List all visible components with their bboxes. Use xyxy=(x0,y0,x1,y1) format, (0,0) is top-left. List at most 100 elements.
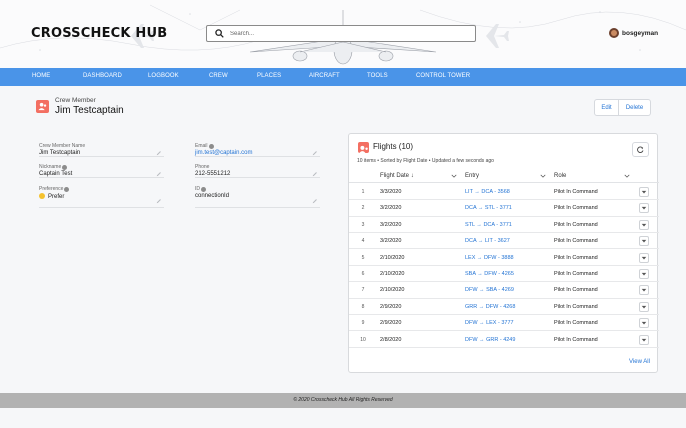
role-value: Pilot In Command xyxy=(554,271,598,277)
search-icon xyxy=(215,29,224,38)
chevron-down-icon[interactable] xyxy=(451,173,457,179)
nav-item-places[interactable]: PLACES xyxy=(257,73,281,79)
role-value: Pilot In Command xyxy=(554,254,598,261)
email-link[interactable]: jim.test@captain.com xyxy=(195,150,252,156)
chevron-down-icon[interactable] xyxy=(624,173,630,179)
info-icon[interactable] xyxy=(62,164,68,170)
pencil-icon[interactable] xyxy=(156,198,162,204)
flight-date: 2/8/2020 xyxy=(380,336,402,343)
info-icon[interactable] xyxy=(64,186,70,192)
record-title: Jim Testcaptain xyxy=(55,105,124,116)
table-row: 2 3/2/2020 DCA → STL - 3771 Pilot In Comman… xyxy=(349,200,659,217)
pencil-icon[interactable] xyxy=(156,171,162,177)
field-value: 212-5551212 xyxy=(195,171,231,177)
entry-link[interactable]: LIT → DCA - 3568 xyxy=(465,189,510,195)
column-header-role[interactable]: Role xyxy=(554,173,566,179)
nav-item-dashboard[interactable]: DASHBOARD xyxy=(83,73,122,79)
table-row: 7 2/10/2020 DFW → SBA - 4269 Pilot In Comma… xyxy=(349,282,659,299)
field-label: Phone xyxy=(195,164,210,170)
role-value: Pilot In Command xyxy=(554,336,598,343)
row-number: 6 xyxy=(361,271,365,277)
row-action-button[interactable] xyxy=(639,203,649,214)
row-action-button[interactable] xyxy=(639,334,649,345)
entry-link[interactable]: STL → DCA - 3771 xyxy=(465,222,512,228)
pencil-icon[interactable] xyxy=(156,150,162,156)
nav-item-tools[interactable]: TOOLS xyxy=(367,73,388,79)
entry-link[interactable]: DFW → SBA - 4269 xyxy=(465,287,514,293)
field-label: Nickname xyxy=(39,164,68,170)
nav-item-crew[interactable]: CREW xyxy=(209,73,228,79)
row-action-button[interactable] xyxy=(639,252,649,263)
search-input[interactable] xyxy=(230,30,460,37)
row-action-button[interactable] xyxy=(639,236,649,247)
field-label: ID xyxy=(195,186,206,192)
refresh-button[interactable] xyxy=(632,142,649,157)
row-number: 9 xyxy=(361,320,365,327)
role-value: Pilot In Command xyxy=(554,189,598,195)
nav-item-logbook[interactable]: LOGBOOK xyxy=(148,73,179,79)
top-header: CROSSCHECK HUB bosgeyman xyxy=(0,0,686,68)
flights-title[interactable]: Flights (10) xyxy=(373,142,413,151)
row-action-button[interactable] xyxy=(639,301,649,312)
row-number: 7 xyxy=(361,287,365,294)
field-crew-member-name: Crew Member Name Jim Testcaptain xyxy=(39,143,164,157)
user-avatar xyxy=(609,28,619,38)
table-row: 5 2/10/2020 LEX → DFW - 3888 Pilot In Comma… xyxy=(349,250,659,266)
table-row: 3 3/2/2020 STL → DCA - 3771 Pilot In Comman… xyxy=(349,217,659,234)
copyright-text: © 2020 Crosscheck Hub All Rights Reserve… xyxy=(293,397,393,403)
table-row: 4 3/2/2020 DCA → LIT - 3627 Pilot In Comman… xyxy=(349,233,659,250)
entry-link[interactable]: DFW → GRR - 4249 xyxy=(465,337,515,343)
chevron-down-icon xyxy=(641,256,647,260)
field-nickname: Nickname Captain Test xyxy=(39,164,164,178)
pencil-icon[interactable] xyxy=(312,171,318,177)
entry-link[interactable]: SBA → DFW - 4265 xyxy=(465,271,514,277)
field-email: Email jim.test@captain.com xyxy=(195,143,320,157)
field-label: Preference xyxy=(39,186,70,192)
flight-date: 2/9/2020 xyxy=(380,320,402,327)
info-icon[interactable] xyxy=(201,186,206,192)
chevron-down-icon xyxy=(641,240,647,243)
entry-link[interactable]: DCA → STL - 3771 xyxy=(465,205,512,211)
info-icon[interactable] xyxy=(208,143,214,149)
view-all-link[interactable]: View All xyxy=(629,359,650,365)
column-header-entry[interactable]: Entry xyxy=(465,173,479,179)
row-action-button[interactable] xyxy=(639,187,649,197)
app-logo[interactable]: CROSSCHECK HUB xyxy=(31,26,167,41)
search-box[interactable] xyxy=(206,25,476,42)
pencil-icon[interactable] xyxy=(312,150,318,156)
chevron-down-icon xyxy=(641,272,647,276)
table-row: 1 3/3/2020 LIT → DCA - 3568 Pilot In Comman… xyxy=(349,184,659,201)
entry-link[interactable]: GRR → DFW - 4268 xyxy=(465,304,515,310)
edit-button[interactable]: Edit xyxy=(594,99,619,116)
column-header-flight-date[interactable]: Flight Date ↓ xyxy=(380,173,414,179)
chevron-down-icon[interactable] xyxy=(540,173,546,179)
entry-link[interactable]: DFW → LEX - 3777 xyxy=(465,320,514,326)
chevron-down-icon xyxy=(641,322,647,325)
user-menu[interactable]: bosgeyman xyxy=(609,28,658,38)
record-actions: Edit Delete xyxy=(594,99,651,116)
pencil-icon[interactable] xyxy=(312,198,318,204)
row-action-button[interactable] xyxy=(639,285,649,296)
flights-icon xyxy=(358,142,369,154)
delete-button[interactable]: Delete xyxy=(619,99,651,116)
nav-item-aircraft[interactable]: AIRCRAFT xyxy=(309,73,340,79)
role-value: Pilot In Command xyxy=(554,221,598,228)
field-id: ID connectionId xyxy=(195,186,320,208)
row-action-button[interactable] xyxy=(639,318,649,329)
row-number: 3 xyxy=(361,221,365,228)
role-value: Pilot In Command xyxy=(554,287,598,294)
chevron-down-icon xyxy=(641,338,647,342)
chevron-down-icon xyxy=(641,190,647,194)
field-phone: Phone 212-5551212 xyxy=(195,164,320,178)
entry-link[interactable]: LEX → DFW - 3888 xyxy=(465,255,514,261)
entry-link[interactable]: DCA → LIT - 3627 xyxy=(465,238,510,244)
nav-item-control-tower[interactable]: CONTROL TOWER xyxy=(416,73,470,79)
nav-item-home[interactable]: HOME xyxy=(32,73,50,79)
flights-related-list: Flights (10) 10 items • Sorted by Flight… xyxy=(348,133,659,373)
record-type-label: Crew Member xyxy=(55,97,96,104)
row-action-button[interactable] xyxy=(639,219,649,230)
refresh-icon xyxy=(637,146,644,153)
role-value: Pilot In Command xyxy=(554,320,598,327)
row-action-button[interactable] xyxy=(639,269,649,279)
flight-date: 2/9/2020 xyxy=(380,303,402,310)
